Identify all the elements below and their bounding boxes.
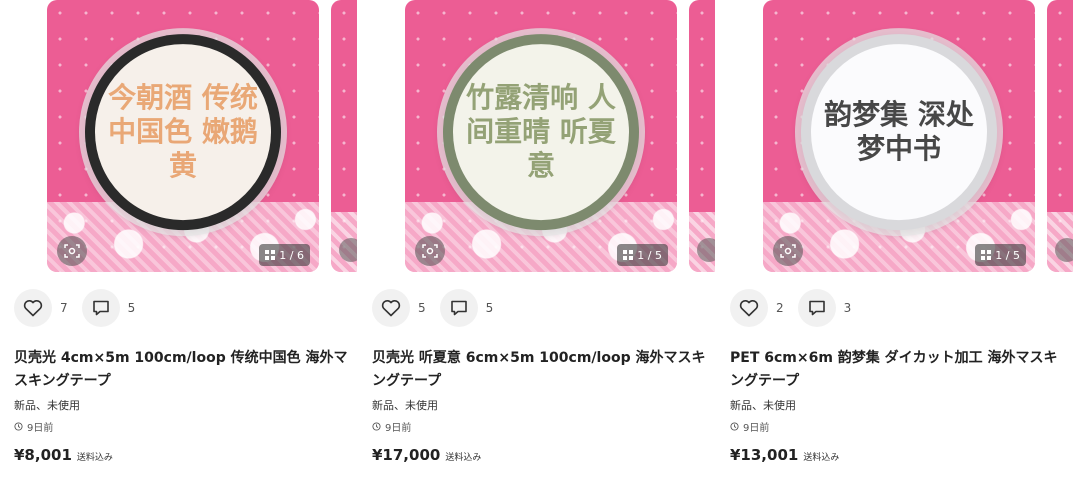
shipping-note: 送料込み bbox=[803, 453, 840, 463]
image-counter: 1 / 5 bbox=[617, 244, 668, 266]
shipping-note: 送料込み bbox=[445, 453, 482, 463]
comment-count: 5 bbox=[485, 301, 494, 315]
comment-button[interactable] bbox=[797, 289, 836, 327]
like-count: 5 bbox=[418, 301, 426, 315]
clock-icon bbox=[14, 422, 23, 431]
heart-icon bbox=[23, 300, 43, 317]
image-counter: 1 / 5 bbox=[975, 244, 1026, 266]
price: ¥17,000 送料込み bbox=[372, 446, 481, 464]
image-search-button[interactable] bbox=[415, 236, 445, 266]
like-count: 7 bbox=[60, 301, 68, 315]
clock-icon bbox=[372, 422, 381, 431]
image-counter-text: 1 / 5 bbox=[995, 248, 1020, 262]
listing-card[interactable]: 今朝酒 传统中国色 嫩鹅黄 1 / 6 7 5 贝壳光 4cm×5m 100cm… bbox=[0, 0, 357, 480]
price-amount: ¥17,000 bbox=[372, 446, 441, 464]
listed-time-text: 9日前 bbox=[385, 423, 412, 434]
tape-roll-illustration: 今朝酒 传统中国色 嫩鹅黄 bbox=[85, 34, 281, 231]
heart-icon bbox=[381, 300, 401, 317]
image-counter-text: 1 / 5 bbox=[637, 248, 662, 262]
comment-bubble-icon bbox=[92, 300, 109, 316]
comment-count: 5 bbox=[127, 301, 136, 315]
item-condition: 新品、未使用 bbox=[14, 399, 80, 412]
comment-count: 3 bbox=[843, 301, 852, 315]
item-condition: 新品、未使用 bbox=[730, 399, 796, 412]
image-search-button[interactable] bbox=[57, 236, 87, 266]
like-count: 2 bbox=[776, 301, 784, 315]
like-button[interactable] bbox=[14, 289, 52, 327]
listed-time-text: 9日前 bbox=[27, 423, 54, 434]
comment-button[interactable] bbox=[439, 289, 478, 327]
listing-title[interactable]: 贝壳光 4cm×5m 100cm/loop 传统中国色 海外マスキングテープ bbox=[14, 347, 350, 393]
next-image-peek[interactable] bbox=[1047, 0, 1073, 272]
tape-glyphs: 韵梦集 深处 梦中书 bbox=[824, 98, 974, 166]
comment-bubble-icon bbox=[450, 300, 467, 316]
next-image-peek[interactable] bbox=[331, 0, 357, 272]
heart-icon bbox=[739, 300, 759, 317]
price: ¥13,001 送料込み bbox=[730, 446, 839, 464]
price-amount: ¥13,001 bbox=[730, 446, 799, 464]
tape-glyphs: 竹露清响 人间重晴 听夏意 bbox=[466, 81, 616, 183]
price-amount: ¥8,001 bbox=[14, 446, 72, 464]
listed-time: 9日前 bbox=[14, 419, 53, 434]
listed-time: 9日前 bbox=[730, 419, 769, 434]
product-image[interactable]: 竹露清响 人间重晴 听夏意 1 / 5 bbox=[405, 0, 677, 272]
image-search-icon bbox=[780, 244, 796, 258]
listing-card[interactable]: 竹露清响 人间重晴 听夏意 1 / 5 5 5 贝壳光 听夏意 6cm×5m 1… bbox=[358, 0, 715, 480]
next-image-peek[interactable] bbox=[689, 0, 715, 272]
comment-button[interactable] bbox=[81, 289, 120, 327]
product-image[interactable]: 韵梦集 深处 梦中书 1 / 5 bbox=[763, 0, 1035, 272]
image-search-icon bbox=[64, 244, 80, 258]
tape-glyphs: 今朝酒 传统中国色 嫩鹅黄 bbox=[108, 81, 258, 183]
listing-card[interactable]: 韵梦集 深处 梦中书 1 / 5 2 3 PET 6cm×6m 韵梦集 ダイカッ… bbox=[716, 0, 1073, 480]
like-button[interactable] bbox=[372, 289, 410, 327]
like-button[interactable] bbox=[730, 289, 768, 327]
image-counter: 1 / 6 bbox=[259, 244, 310, 266]
image-counter-text: 1 / 6 bbox=[279, 248, 304, 262]
grid-icon bbox=[981, 250, 992, 260]
listing-title[interactable]: 贝壳光 听夏意 6cm×5m 100cm/loop 海外マスキングテープ bbox=[372, 347, 708, 393]
product-image[interactable]: 今朝酒 传统中国色 嫩鹅黄 1 / 6 bbox=[47, 0, 319, 272]
item-condition: 新品、未使用 bbox=[372, 399, 438, 412]
tape-roll-illustration: 韵梦集 深处 梦中书 bbox=[801, 34, 997, 231]
image-search-icon bbox=[422, 244, 438, 258]
grid-icon bbox=[623, 250, 634, 260]
shipping-note: 送料込み bbox=[76, 453, 113, 463]
listed-time: 9日前 bbox=[372, 419, 411, 434]
tape-roll-illustration: 竹露清响 人间重晴 听夏意 bbox=[443, 34, 639, 231]
listed-time-text: 9日前 bbox=[743, 423, 770, 434]
listing-title[interactable]: PET 6cm×6m 韵梦集 ダイカット加工 海外マスキングテープ bbox=[730, 347, 1066, 393]
clock-icon bbox=[730, 422, 739, 431]
grid-icon bbox=[265, 250, 276, 260]
image-search-button[interactable] bbox=[773, 236, 803, 266]
price: ¥8,001 送料込み bbox=[14, 446, 113, 464]
comment-bubble-icon bbox=[808, 300, 825, 316]
